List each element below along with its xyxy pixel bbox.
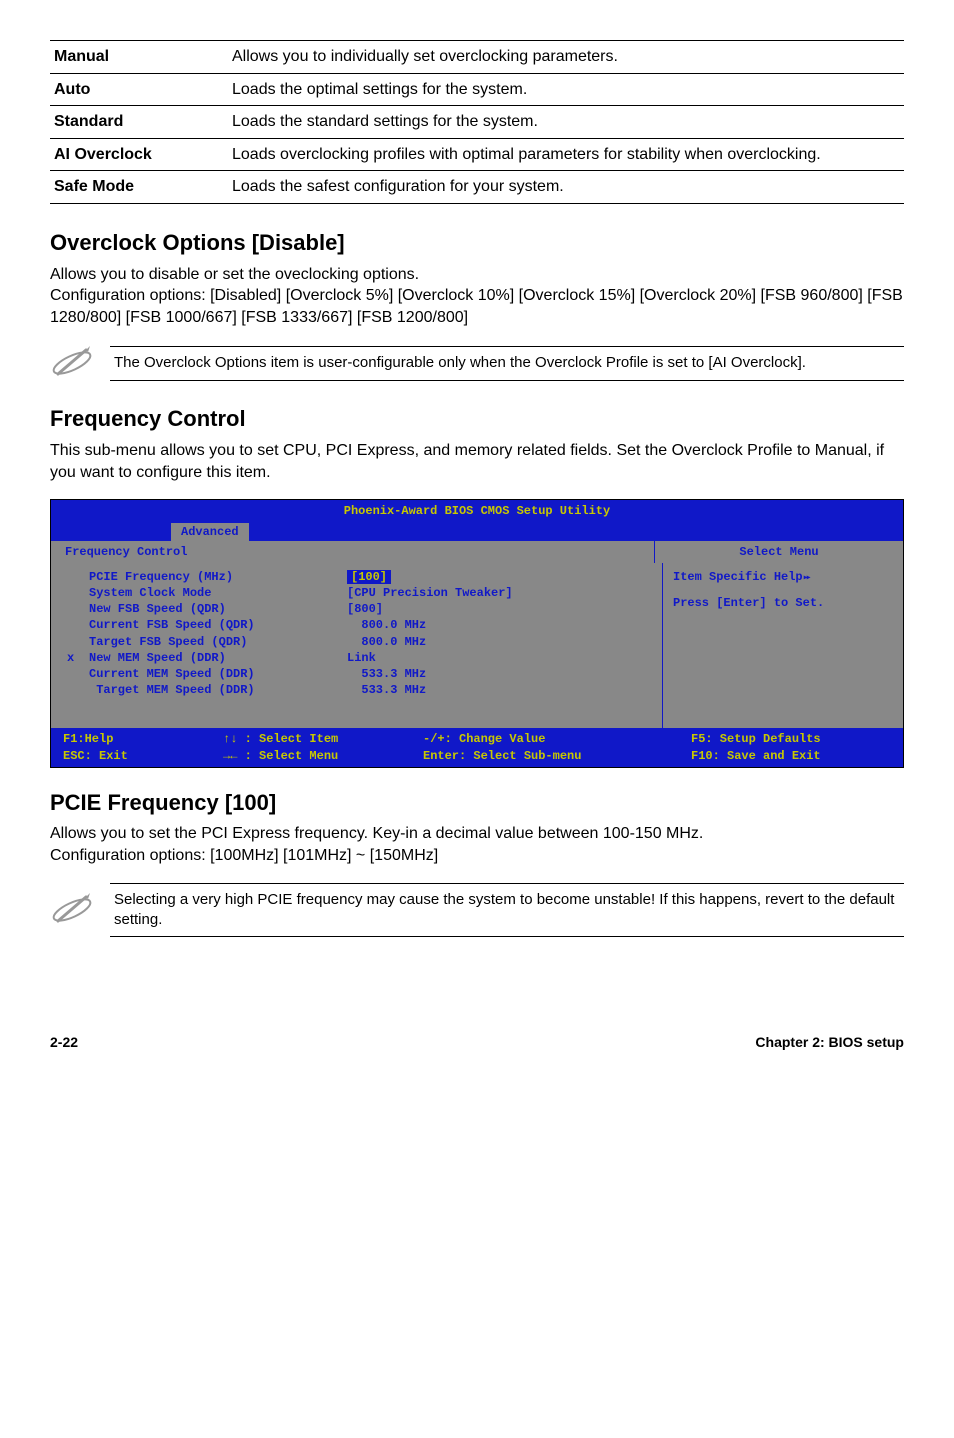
bios-row[interactable]: PCIE Frequency (MHz)[100] (63, 569, 581, 585)
bios-key-enter: Enter: Select Sub-menu (423, 748, 691, 764)
option-row: AI OverclockLoads overclocking profiles … (50, 138, 904, 171)
bios-row[interactable]: Current MEM Speed (DDR) 533.3 MHz (63, 666, 581, 682)
frequency-control-heading: Frequency Control (50, 404, 904, 434)
bios-row-value: [800] (343, 601, 581, 617)
bios-settings-pane[interactable]: PCIE Frequency (MHz)[100]System Clock Mo… (51, 563, 663, 729)
bios-key-select-item: ↑↓ : Select Item (223, 731, 423, 747)
option-key: Auto (50, 73, 228, 106)
overclock-options-desc: Allows you to disable or set the ovecloc… (50, 264, 904, 329)
bios-row[interactable]: Target MEM Speed (DDR) 533.3 MHz (63, 682, 581, 698)
bios-tab-advanced[interactable]: Advanced (171, 523, 249, 541)
page-footer: 2-22 Chapter 2: BIOS setup (50, 1027, 904, 1052)
bios-select-menu-header: Select Menu (655, 541, 903, 563)
overclock-options-note: The Overclock Options item is user-confi… (50, 344, 904, 382)
bios-key-exit: ESC: Exit (63, 748, 223, 764)
overclock-options-note-text: The Overclock Options item is user-confi… (110, 346, 904, 380)
bios-row-label: Current FSB Speed (QDR) (85, 617, 343, 633)
bios-row-label: PCIE Frequency (MHz) (85, 569, 343, 585)
overclock-options-line1: Allows you to disable or set the ovecloc… (50, 266, 419, 283)
chapter-title: Chapter 2: BIOS setup (755, 1033, 904, 1052)
bios-row-label: New MEM Speed (DDR) (85, 650, 343, 666)
bios-tabs: Advanced (51, 523, 903, 541)
bios-key-save: F10: Save and Exit (691, 748, 891, 764)
note-icon (50, 891, 110, 929)
bios-row-value: 533.3 MHz (343, 682, 581, 698)
option-desc: Loads overclocking profiles with optimal… (228, 138, 904, 171)
note-icon (50, 344, 110, 382)
pcie-frequency-heading: PCIE Frequency [100] (50, 788, 904, 818)
overclock-options-line2: Configuration options: [Disabled] [Overc… (50, 287, 903, 326)
bios-key-defaults: F5: Setup Defaults (691, 731, 891, 747)
bios-help-pane: Item Specific Help Press [Enter] to Set. (663, 563, 903, 729)
pcie-frequency-note-text: Selecting a very high PCIE frequency may… (110, 883, 904, 938)
bios-row-mark (63, 601, 85, 617)
option-desc: Loads the standard settings for the syst… (228, 106, 904, 139)
bios-row-label: Current MEM Speed (DDR) (85, 666, 343, 682)
bios-row-mark (63, 666, 85, 682)
bios-row[interactable]: Current FSB Speed (QDR) 800.0 MHz (63, 617, 581, 633)
option-desc: Loads the safest configuration for your … (228, 171, 904, 204)
bios-row-value: [100] (343, 569, 581, 585)
bios-title: Phoenix-Award BIOS CMOS Setup Utility (51, 500, 903, 522)
page-number: 2-22 (50, 1033, 78, 1052)
bios-row-mark (63, 617, 85, 633)
bios-row[interactable]: xNew MEM Speed (DDR)Link (63, 650, 581, 666)
pcie-frequency-line1: Allows you to set the PCI Express freque… (50, 825, 703, 842)
frequency-control-desc: This sub-menu allows you to set CPU, PCI… (50, 440, 904, 483)
pcie-frequency-line2: Configuration options: [100MHz] [101MHz]… (50, 847, 438, 864)
option-desc: Allows you to individually set overclock… (228, 41, 904, 74)
bios-row-value: 800.0 MHz (343, 634, 581, 650)
bios-row-mark (63, 682, 85, 698)
bios-row-value: [CPU Precision Tweaker] (343, 585, 581, 601)
bios-row-label: Target MEM Speed (DDR) (85, 682, 343, 698)
pcie-frequency-note: Selecting a very high PCIE frequency may… (50, 883, 904, 938)
option-key: Standard (50, 106, 228, 139)
bios-row[interactable]: System Clock Mode[CPU Precision Tweaker] (63, 585, 581, 601)
bios-help-title: Item Specific Help (673, 570, 803, 584)
bios-key-help: F1:Help (63, 731, 223, 747)
bios-row-label: Target FSB Speed (QDR) (85, 634, 343, 650)
bios-footer: F1:Help ESC: Exit ↑↓ : Select Item →← : … (51, 728, 903, 766)
option-key: Manual (50, 41, 228, 74)
option-desc: Loads the optimal settings for the syste… (228, 73, 904, 106)
option-row: ManualAllows you to individually set ove… (50, 41, 904, 74)
bios-key-change: -/+: Change Value (423, 731, 691, 747)
bios-row-value: 800.0 MHz (343, 617, 581, 633)
bios-row-mark: x (63, 650, 85, 666)
bios-row-mark (63, 585, 85, 601)
bios-row-value: Link (343, 650, 581, 666)
option-row: AutoLoads the optimal settings for the s… (50, 73, 904, 106)
pcie-frequency-desc: Allows you to set the PCI Express freque… (50, 823, 904, 866)
bios-help-text: Press [Enter] to Set. (673, 595, 893, 611)
bios-row[interactable]: New FSB Speed (QDR)[800] (63, 601, 581, 617)
option-key: Safe Mode (50, 171, 228, 204)
overclock-options-heading: Overclock Options [Disable] (50, 228, 904, 258)
bios-row-mark (63, 634, 85, 650)
bios-row[interactable]: Target FSB Speed (QDR) 800.0 MHz (63, 634, 581, 650)
bios-row-mark (63, 569, 85, 585)
bios-window: Phoenix-Award BIOS CMOS Setup Utility Ad… (50, 499, 904, 767)
option-key: AI Overclock (50, 138, 228, 171)
overclock-profile-table: ManualAllows you to individually set ove… (50, 40, 904, 204)
option-row: StandardLoads the standard settings for … (50, 106, 904, 139)
option-row: Safe ModeLoads the safest configuration … (50, 171, 904, 204)
bios-row-label: System Clock Mode (85, 585, 343, 601)
bios-row-value: 533.3 MHz (343, 666, 581, 682)
bios-row-label: New FSB Speed (QDR) (85, 601, 343, 617)
bios-section-title: Frequency Control (51, 541, 655, 563)
bios-key-select-menu: →← : Select Menu (223, 748, 423, 764)
